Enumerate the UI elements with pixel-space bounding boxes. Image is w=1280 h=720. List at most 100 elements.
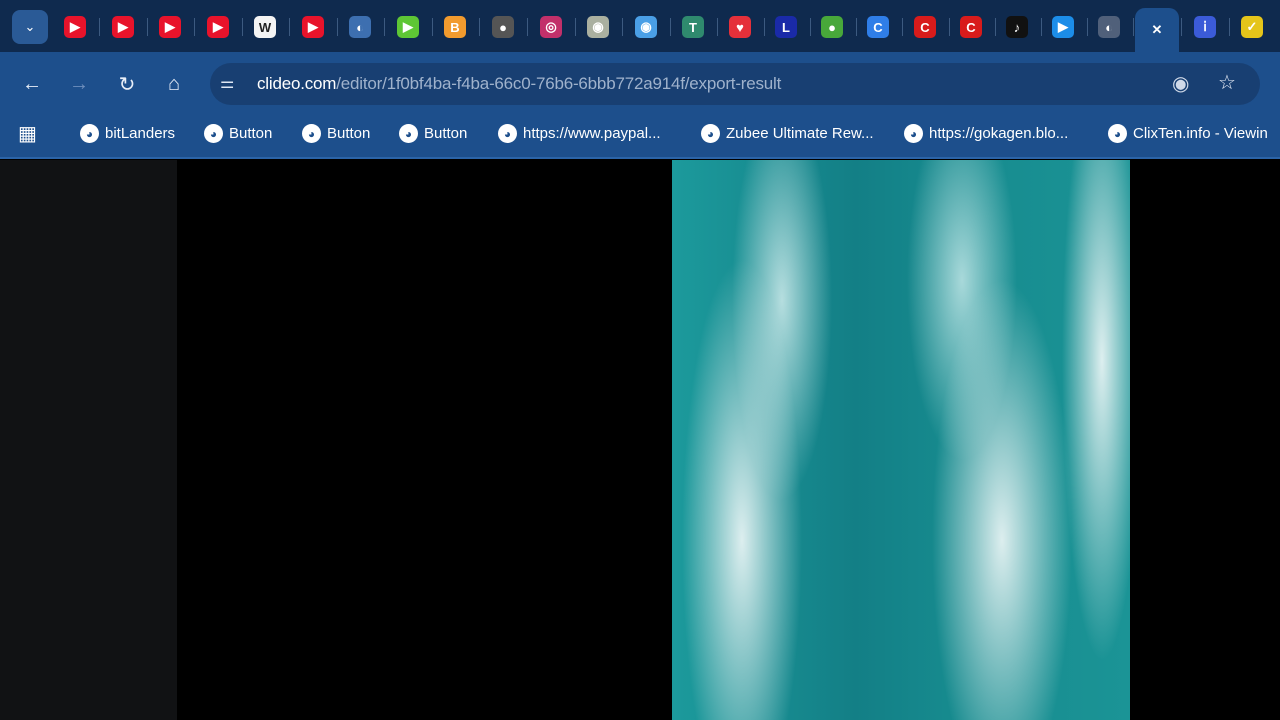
site-icon: ▶ [1052,16,1074,38]
bookmarks-bar: ▦ ◕ bitLanders ◕ Button ◕ Button ◕ Button ◕ https… [0,114,1280,159]
tab[interactable]: L [764,8,808,46]
tab[interactable]: ◉ [576,8,620,46]
bookmark-item[interactable]: ◕ Button [204,124,272,143]
tab-separator [622,18,623,36]
close-icon[interactable]: ✕ [1146,19,1168,41]
eye-icon[interactable]: ◉ [1172,71,1189,96]
url-text[interactable]: clideo.com/editor/1f0bf4ba-f4ba-66c0-76b… [257,74,781,94]
forward-button[interactable]: → [65,70,93,98]
bookmark-item[interactable]: ◕ Button [302,124,370,143]
editor-sidebar [0,160,177,720]
bookmark-item[interactable]: ◕ https://gokagen.blo... [904,124,1068,143]
globe-icon: ◕ [302,124,321,143]
site-icon: ● [492,16,514,38]
back-button[interactable]: ← [18,70,46,98]
tab-separator [527,18,528,36]
site-icon: C [960,16,982,38]
tab[interactable]: ● [810,8,854,46]
bookmark-label: Button [327,125,371,142]
bookmark-label: Zubee Ultimate Rew... [726,125,874,142]
globe-icon: ◕ [204,124,223,143]
tab[interactable]: C [856,8,900,46]
tab[interactable]: B [433,8,477,46]
globe-icon: ◕ [498,124,517,143]
bookmark-item[interactable]: ◕ bitLanders [80,124,175,143]
tab-separator [194,18,195,36]
globe-icon: ◕ [904,124,923,143]
bookmark-label: Button [424,125,468,142]
url-domain: clideo.com [257,74,337,93]
tab[interactable]: ▶ [101,8,145,46]
youtube-icon: ▶ [112,16,134,38]
tab-separator [479,18,480,36]
site-icon: C [914,16,936,38]
site-icon: L [775,16,797,38]
site-icon: ⅰ [1194,16,1216,38]
blogger-icon: B [444,16,466,38]
bookmark-item[interactable]: ◕ https://www.paypal... [498,124,661,143]
tab-strip: ⌄ ▶ ▶ ▶ ▶ W ▶ ◐ ▶ B ● ◎ ◉ ◉ T ♥ L ● C C C ♪ ▶ ◐ ✕ ⅰ ✓ [0,0,1280,52]
site-icon: ✓ [1241,16,1263,38]
reload-button[interactable]: ↻ [113,70,141,98]
tab-separator [1133,18,1134,36]
site-icon: ◉ [635,16,657,38]
tab[interactable]: ◎ [529,8,573,46]
bookmark-label: ClixTen.info - Viewin [1133,125,1268,142]
tab[interactable]: C [903,8,947,46]
site-icon: ♥ [729,16,751,38]
tab-separator [1181,18,1182,36]
tab[interactable]: ◐ [1087,8,1131,46]
site-icon: T [682,16,704,38]
tab-separator [384,18,385,36]
site-settings-icon[interactable]: ⚌ [220,73,234,93]
home-button[interactable]: ⌂ [160,70,188,98]
tab[interactable]: ◐ [338,8,382,46]
url-path: /editor/1f0bf4ba-f4ba-66c0-76b6-6bbb772a… [336,74,782,93]
youtube-icon: ▶ [302,16,324,38]
bookmark-label: https://www.paypal... [523,125,661,142]
tab[interactable]: ● [481,8,525,46]
globe-icon: ◕ [399,124,418,143]
tab[interactable]: ▶ [148,8,192,46]
tiktok-icon: ♪ [1006,16,1028,38]
tab[interactable]: ✓ [1230,8,1274,46]
tab[interactable]: ▶ [386,8,430,46]
tab[interactable]: ♥ [718,8,762,46]
tab[interactable]: T [671,8,715,46]
globe-icon: ◕ [701,124,720,143]
bookmark-item[interactable]: ◕ Button [399,124,467,143]
site-icon: ● [821,16,843,38]
browser-toolbar: ← → ↻ ⌂ ⚌ clideo.com/editor/1f0bf4ba-f4b… [0,52,1280,114]
tab[interactable]: W [243,8,287,46]
wikipedia-icon: W [254,16,276,38]
active-tab[interactable]: ✕ [1135,8,1179,52]
site-icon: ◐ [1098,16,1120,38]
page-content [0,160,1280,720]
tab-separator [289,18,290,36]
tab[interactable]: ▶ [53,8,97,46]
globe-icon: ◕ [1108,124,1127,143]
bookmark-item[interactable]: ◕ ClixTen.info - Viewin [1108,124,1268,143]
bookmark-label: https://gokagen.blo... [929,125,1069,142]
tab[interactable]: ◉ [624,8,668,46]
youtube-icon: ▶ [159,16,181,38]
tab-search-button[interactable]: ⌄ [12,10,48,44]
youtube-icon: ▶ [64,16,86,38]
bookmark-item[interactable]: ◕ Zubee Ultimate Rew... [701,124,874,143]
apps-grid-icon[interactable]: ▦ [18,121,37,146]
tab[interactable]: ▶ [196,8,240,46]
tab-separator [99,18,100,36]
site-icon: ◎ [540,16,562,38]
bookmark-label: bitLanders [105,125,176,142]
bookmark-label: Button [229,125,273,142]
video-preview-ocean-waves[interactable] [672,160,1130,720]
tab[interactable]: C [949,8,993,46]
youtube-icon: ▶ [207,16,229,38]
tab[interactable]: ⅰ [1183,8,1227,46]
address-bar[interactable]: ⚌ clideo.com/editor/1f0bf4ba-f4ba-66c0-7… [210,63,1260,105]
tab[interactable]: ▶ [291,8,335,46]
tab[interactable]: ▶ [1041,8,1085,46]
site-icon: C [867,16,889,38]
tab[interactable]: ♪ [995,8,1039,46]
bookmark-star-icon[interactable]: ☆ [1218,70,1236,95]
